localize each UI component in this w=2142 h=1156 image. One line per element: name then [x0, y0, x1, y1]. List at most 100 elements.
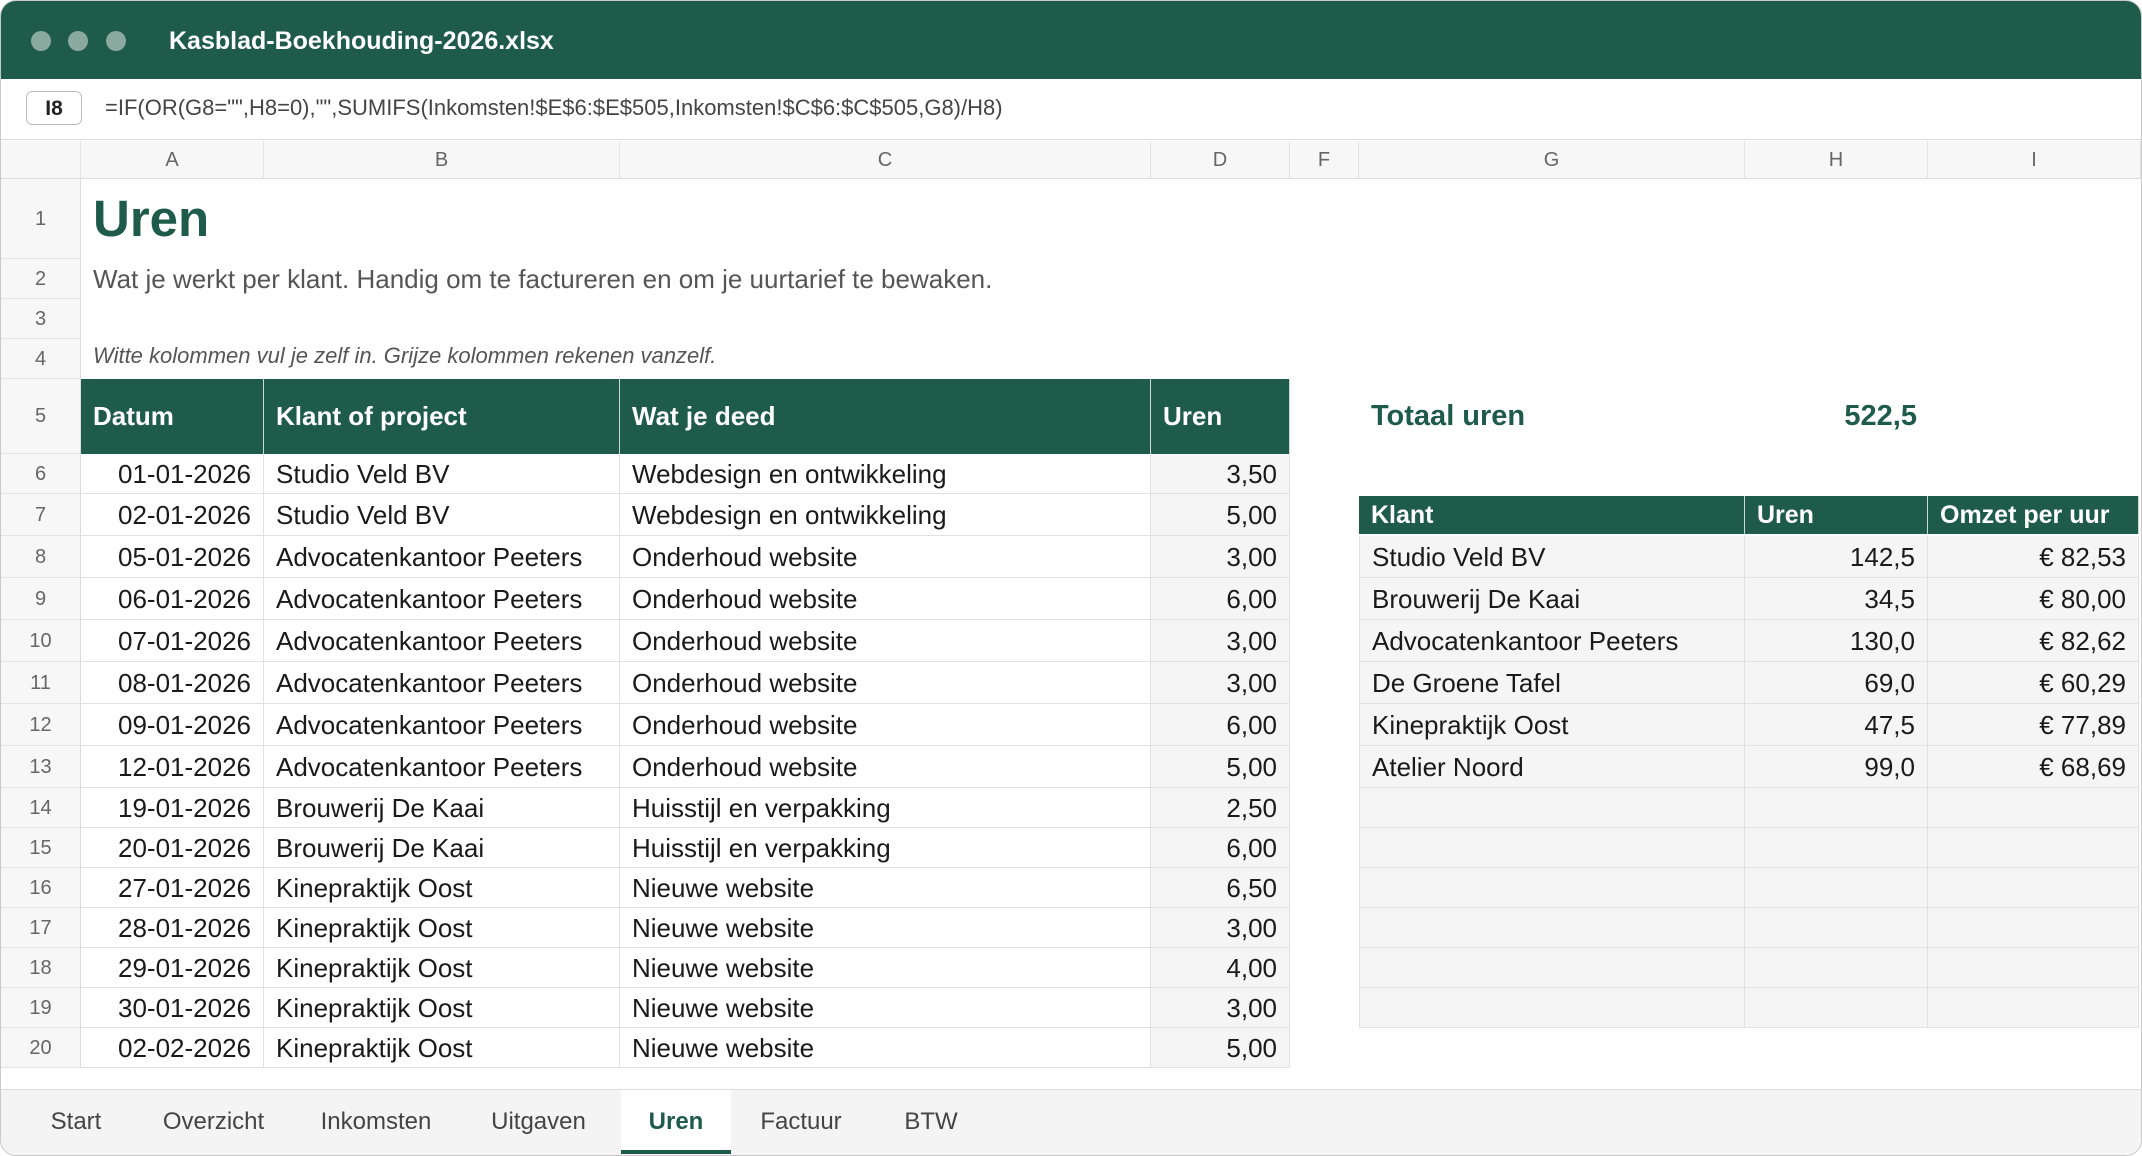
row-header-10[interactable]: 10 [1, 620, 81, 662]
summary-client-cell[interactable]: Kinepraktijk Oost [1359, 704, 1745, 746]
entry-date-cell[interactable]: 27-01-2026 [81, 868, 264, 908]
summary-rate-cell[interactable]: € 82,62 [1928, 620, 2139, 662]
summary-hours-cell[interactable]: 34,5 [1745, 578, 1928, 620]
entry-client-cell[interactable]: Advocatenkantoor Peeters [264, 620, 620, 662]
summary-client-cell[interactable]: Studio Veld BV [1359, 536, 1745, 578]
row-header-1[interactable]: 1 [1, 179, 81, 259]
summary-client-cell[interactable] [1359, 908, 1745, 948]
entry-hours-cell[interactable]: 4,00 [1151, 948, 1290, 988]
summary-client-cell[interactable] [1359, 988, 1745, 1028]
summary-rate-cell[interactable] [1928, 868, 2139, 908]
column-header-f[interactable]: F [1290, 141, 1359, 179]
select-all-corner[interactable] [1, 141, 81, 179]
entry-hours-cell[interactable]: 6,00 [1151, 578, 1290, 620]
sheet-tab-uitgaven[interactable]: Uitgaven [466, 1090, 611, 1154]
entry-task-cell[interactable]: Nieuwe website [620, 988, 1151, 1028]
entry-hours-cell[interactable]: 5,00 [1151, 746, 1290, 788]
entry-hours-cell[interactable]: 3,00 [1151, 908, 1290, 948]
row-header-18[interactable]: 18 [1, 948, 81, 988]
entry-client-cell[interactable]: Kinepraktijk Oost [264, 948, 620, 988]
entry-date-cell[interactable]: 30-01-2026 [81, 988, 264, 1028]
summary-header-2[interactable]: Omzet per uur [1928, 496, 2139, 534]
entry-date-cell[interactable]: 20-01-2026 [81, 828, 264, 868]
summary-rate-cell[interactable]: € 80,00 [1928, 578, 2139, 620]
entry-client-cell[interactable]: Advocatenkantoor Peeters [264, 578, 620, 620]
summary-hours-cell[interactable] [1745, 788, 1928, 828]
summary-client-cell[interactable]: De Groene Tafel [1359, 662, 1745, 704]
entry-date-cell[interactable]: 01-01-2026 [81, 454, 264, 494]
row-header-7[interactable]: 7 [1, 494, 81, 536]
entry-hours-cell[interactable]: 5,00 [1151, 494, 1290, 536]
column-header-i[interactable]: I [1928, 141, 2141, 179]
summary-rate-cell[interactable] [1928, 828, 2139, 868]
header-cell-1[interactable]: Klant of project [264, 379, 620, 454]
cell-reference-box[interactable]: I8 [26, 91, 82, 125]
entry-date-cell[interactable]: 28-01-2026 [81, 908, 264, 948]
summary-client-cell[interactable]: Brouwerij De Kaai [1359, 578, 1745, 620]
summary-hours-cell[interactable]: 142,5 [1745, 536, 1928, 578]
column-header-a[interactable]: A [81, 141, 264, 179]
entry-hours-cell[interactable]: 3,50 [1151, 454, 1290, 494]
row-header-13[interactable]: 13 [1, 746, 81, 788]
entry-task-cell[interactable]: Onderhoud website [620, 536, 1151, 578]
entry-client-cell[interactable]: Studio Veld BV [264, 454, 620, 494]
summary-hours-cell[interactable]: 130,0 [1745, 620, 1928, 662]
entry-date-cell[interactable]: 12-01-2026 [81, 746, 264, 788]
summary-rate-cell[interactable]: € 60,29 [1928, 662, 2139, 704]
entry-hours-cell[interactable]: 3,00 [1151, 536, 1290, 578]
summary-rate-cell[interactable] [1928, 908, 2139, 948]
entry-client-cell[interactable]: Kinepraktijk Oost [264, 1028, 620, 1068]
entry-hours-cell[interactable]: 5,00 [1151, 1028, 1290, 1068]
summary-client-cell[interactable] [1359, 868, 1745, 908]
summary-client-cell[interactable]: Atelier Noord [1359, 746, 1745, 788]
sheet-tab-start[interactable]: Start [31, 1090, 121, 1154]
summary-hours-cell[interactable] [1745, 948, 1928, 988]
entry-client-cell[interactable]: Kinepraktijk Oost [264, 908, 620, 948]
row-header-12[interactable]: 12 [1, 704, 81, 746]
entry-task-cell[interactable]: Nieuwe website [620, 908, 1151, 948]
entry-date-cell[interactable]: 02-01-2026 [81, 494, 264, 536]
entry-task-cell[interactable]: Webdesign en ontwikkeling [620, 454, 1151, 494]
row-header-15[interactable]: 15 [1, 828, 81, 868]
entry-task-cell[interactable]: Onderhoud website [620, 662, 1151, 704]
entry-date-cell[interactable]: 08-01-2026 [81, 662, 264, 704]
entry-date-cell[interactable]: 19-01-2026 [81, 788, 264, 828]
summary-header-0[interactable]: Klant [1359, 496, 1745, 534]
header-cell-3[interactable]: Uren [1151, 379, 1290, 454]
column-header-d[interactable]: D [1151, 141, 1290, 179]
entry-date-cell[interactable]: 06-01-2026 [81, 578, 264, 620]
summary-client-cell[interactable]: Advocatenkantoor Peeters [1359, 620, 1745, 662]
entry-date-cell[interactable]: 05-01-2026 [81, 536, 264, 578]
summary-hours-cell[interactable]: 69,0 [1745, 662, 1928, 704]
entry-client-cell[interactable]: Advocatenkantoor Peeters [264, 662, 620, 704]
entry-date-cell[interactable]: 07-01-2026 [81, 620, 264, 662]
summary-rate-cell[interactable]: € 82,53 [1928, 536, 2139, 578]
column-header-b[interactable]: B [264, 141, 620, 179]
column-header-c[interactable]: C [620, 141, 1151, 179]
summary-client-cell[interactable] [1359, 828, 1745, 868]
header-cell-0[interactable]: Datum [81, 379, 264, 454]
summary-hours-cell[interactable]: 99,0 [1745, 746, 1928, 788]
row-header-17[interactable]: 17 [1, 908, 81, 948]
entry-hours-cell[interactable]: 3,00 [1151, 620, 1290, 662]
summary-rate-cell[interactable] [1928, 988, 2139, 1028]
row-header-11[interactable]: 11 [1, 662, 81, 704]
column-header-h[interactable]: H [1745, 141, 1928, 179]
row-header-20[interactable]: 20 [1, 1028, 81, 1068]
entry-task-cell[interactable]: Onderhoud website [620, 746, 1151, 788]
summary-client-cell[interactable] [1359, 948, 1745, 988]
summary-hours-cell[interactable] [1745, 868, 1928, 908]
summary-rate-cell[interactable]: € 77,89 [1928, 704, 2139, 746]
entry-client-cell[interactable]: Brouwerij De Kaai [264, 788, 620, 828]
row-header-5[interactable]: 5 [1, 379, 81, 454]
entry-task-cell[interactable]: Onderhoud website [620, 578, 1151, 620]
entry-task-cell[interactable]: Onderhoud website [620, 620, 1151, 662]
entry-task-cell[interactable]: Onderhoud website [620, 704, 1151, 746]
summary-client-cell[interactable] [1359, 788, 1745, 828]
entry-client-cell[interactable]: Kinepraktijk Oost [264, 868, 620, 908]
formula-input[interactable]: =IF(OR(G8="",H8=0),"",SUMIFS(Inkomsten!$… [105, 79, 1003, 137]
entry-client-cell[interactable]: Kinepraktijk Oost [264, 988, 620, 1028]
row-header-3[interactable]: 3 [1, 299, 81, 339]
summary-hours-cell[interactable] [1745, 908, 1928, 948]
entry-date-cell[interactable]: 29-01-2026 [81, 948, 264, 988]
